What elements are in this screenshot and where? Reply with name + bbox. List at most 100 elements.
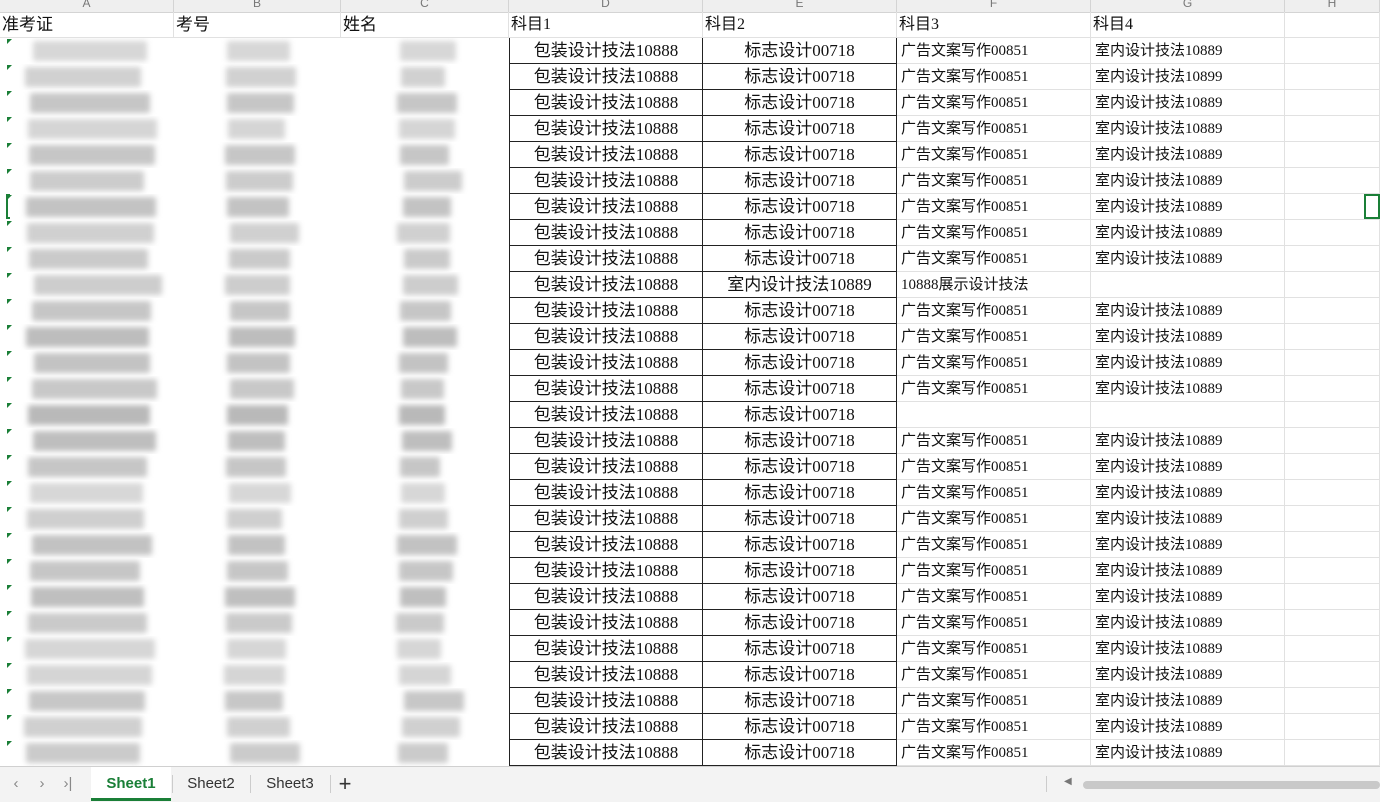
- add-sheet-icon[interactable]: +: [335, 773, 355, 795]
- subject3-cell[interactable]: 广告文案写作00851: [897, 246, 1091, 272]
- subject4-cell[interactable]: 室内设计技法10889: [1091, 610, 1285, 636]
- redacted-cell[interactable]: [0, 142, 174, 168]
- empty-cell[interactable]: [1285, 90, 1380, 116]
- subject4-cell[interactable]: 室内设计技法10889: [1091, 350, 1285, 376]
- header-cell[interactable]: 考号: [174, 12, 341, 38]
- redacted-cell[interactable]: [341, 610, 509, 636]
- redacted-cell[interactable]: [341, 376, 509, 402]
- subject1-cell[interactable]: 包装设计技法10888: [509, 64, 703, 90]
- empty-cell[interactable]: [1285, 116, 1380, 142]
- redacted-cell[interactable]: [174, 532, 341, 558]
- redacted-cell[interactable]: [0, 480, 174, 506]
- column-letter-a[interactable]: A: [0, 0, 174, 12]
- subject1-cell[interactable]: 包装设计技法10888: [509, 688, 703, 714]
- subject1-cell[interactable]: 包装设计技法10888: [509, 168, 703, 194]
- redacted-cell[interactable]: [341, 402, 509, 428]
- subject1-cell[interactable]: 包装设计技法10888: [509, 194, 703, 220]
- redacted-cell[interactable]: [0, 714, 174, 740]
- column-letter-d[interactable]: D: [509, 0, 703, 12]
- subject2-cell[interactable]: 标志设计00718: [703, 662, 897, 688]
- subject4-cell[interactable]: 室内设计技法10889: [1091, 636, 1285, 662]
- redacted-cell[interactable]: [0, 324, 174, 350]
- subject2-cell[interactable]: 标志设计00718: [703, 636, 897, 662]
- subject3-cell[interactable]: 广告文案写作00851: [897, 610, 1091, 636]
- subject3-cell[interactable]: 广告文案写作00851: [897, 532, 1091, 558]
- redacted-cell[interactable]: [0, 64, 174, 90]
- subject2-cell[interactable]: 标志设计00718: [703, 428, 897, 454]
- subject3-cell[interactable]: 广告文案写作00851: [897, 506, 1091, 532]
- subject2-cell[interactable]: 标志设计00718: [703, 116, 897, 142]
- redacted-cell[interactable]: [341, 428, 509, 454]
- redacted-cell[interactable]: [341, 64, 509, 90]
- redacted-cell[interactable]: [0, 454, 174, 480]
- subject1-cell[interactable]: 包装设计技法10888: [509, 350, 703, 376]
- redacted-cell[interactable]: [174, 714, 341, 740]
- empty-cell[interactable]: [1285, 636, 1380, 662]
- subject1-cell[interactable]: 包装设计技法10888: [509, 272, 703, 298]
- redacted-cell[interactable]: [341, 142, 509, 168]
- subject2-cell[interactable]: 标志设计00718: [703, 376, 897, 402]
- subject4-cell[interactable]: [1091, 402, 1285, 428]
- redacted-cell[interactable]: [174, 116, 341, 142]
- redacted-cell[interactable]: [174, 272, 341, 298]
- redacted-cell[interactable]: [0, 688, 174, 714]
- subject1-cell[interactable]: 包装设计技法10888: [509, 402, 703, 428]
- subject1-cell[interactable]: 包装设计技法10888: [509, 324, 703, 350]
- empty-cell[interactable]: [1285, 142, 1380, 168]
- subject4-cell[interactable]: 室内设计技法10889: [1091, 740, 1285, 766]
- subject4-cell[interactable]: 室内设计技法10889: [1091, 90, 1285, 116]
- prev-sheet-nav-icon[interactable]: ›: [32, 774, 52, 794]
- header-cell[interactable]: 科目3: [897, 12, 1091, 38]
- subject1-cell[interactable]: 包装设计技法10888: [509, 428, 703, 454]
- subject3-cell[interactable]: 广告文案写作00851: [897, 688, 1091, 714]
- redacted-cell[interactable]: [174, 38, 341, 64]
- subject2-cell[interactable]: 标志设计00718: [703, 220, 897, 246]
- redacted-cell[interactable]: [0, 220, 174, 246]
- redacted-cell[interactable]: [174, 324, 341, 350]
- subject1-cell[interactable]: 包装设计技法10888: [509, 220, 703, 246]
- empty-cell[interactable]: [1285, 428, 1380, 454]
- subject3-cell[interactable]: 广告文案写作00851: [897, 64, 1091, 90]
- empty-cell[interactable]: [1285, 532, 1380, 558]
- redacted-cell[interactable]: [174, 298, 341, 324]
- redacted-cell[interactable]: [0, 116, 174, 142]
- subject1-cell[interactable]: 包装设计技法10888: [509, 454, 703, 480]
- tab-sheet1[interactable]: Sheet1: [91, 767, 171, 801]
- empty-cell[interactable]: [1285, 168, 1380, 194]
- subject3-cell[interactable]: 广告文案写作00851: [897, 662, 1091, 688]
- subject3-cell[interactable]: 广告文案写作00851: [897, 220, 1091, 246]
- redacted-cell[interactable]: [0, 610, 174, 636]
- subject4-cell[interactable]: 室内设计技法10889: [1091, 38, 1285, 64]
- subject4-cell[interactable]: 室内设计技法10889: [1091, 584, 1285, 610]
- empty-cell[interactable]: [1285, 610, 1380, 636]
- empty-cell[interactable]: [1285, 558, 1380, 584]
- empty-cell[interactable]: [1285, 38, 1380, 64]
- redacted-cell[interactable]: [341, 454, 509, 480]
- empty-cell[interactable]: [1285, 480, 1380, 506]
- redacted-cell[interactable]: [0, 740, 174, 766]
- scroll-left-icon[interactable]: ◀: [1064, 776, 1072, 787]
- last-sheet-nav-icon[interactable]: ›|: [58, 774, 78, 794]
- subject3-cell[interactable]: 10888展示设计技法: [897, 272, 1091, 298]
- header-cell[interactable]: [1285, 12, 1380, 38]
- subject3-cell[interactable]: 广告文案写作00851: [897, 298, 1091, 324]
- redacted-cell[interactable]: [174, 194, 341, 220]
- subject1-cell[interactable]: 包装设计技法10888: [509, 636, 703, 662]
- subject1-cell[interactable]: 包装设计技法10888: [509, 610, 703, 636]
- subject4-cell[interactable]: 室内设计技法10889: [1091, 376, 1285, 402]
- header-cell[interactable]: 科目1: [509, 12, 703, 38]
- subject2-cell[interactable]: 标志设计00718: [703, 584, 897, 610]
- column-letter-c[interactable]: C: [341, 0, 509, 12]
- subject3-cell[interactable]: 广告文案写作00851: [897, 558, 1091, 584]
- subject3-cell[interactable]: 广告文案写作00851: [897, 480, 1091, 506]
- subject1-cell[interactable]: 包装设计技法10888: [509, 480, 703, 506]
- redacted-cell[interactable]: [341, 194, 509, 220]
- subject3-cell[interactable]: 广告文案写作00851: [897, 194, 1091, 220]
- redacted-cell[interactable]: [341, 220, 509, 246]
- subject3-cell[interactable]: 广告文案写作00851: [897, 740, 1091, 766]
- subject3-cell[interactable]: 广告文案写作00851: [897, 324, 1091, 350]
- redacted-cell[interactable]: [174, 636, 341, 662]
- subject2-cell[interactable]: 标志设计00718: [703, 168, 897, 194]
- redacted-cell[interactable]: [174, 558, 341, 584]
- redacted-cell[interactable]: [174, 246, 341, 272]
